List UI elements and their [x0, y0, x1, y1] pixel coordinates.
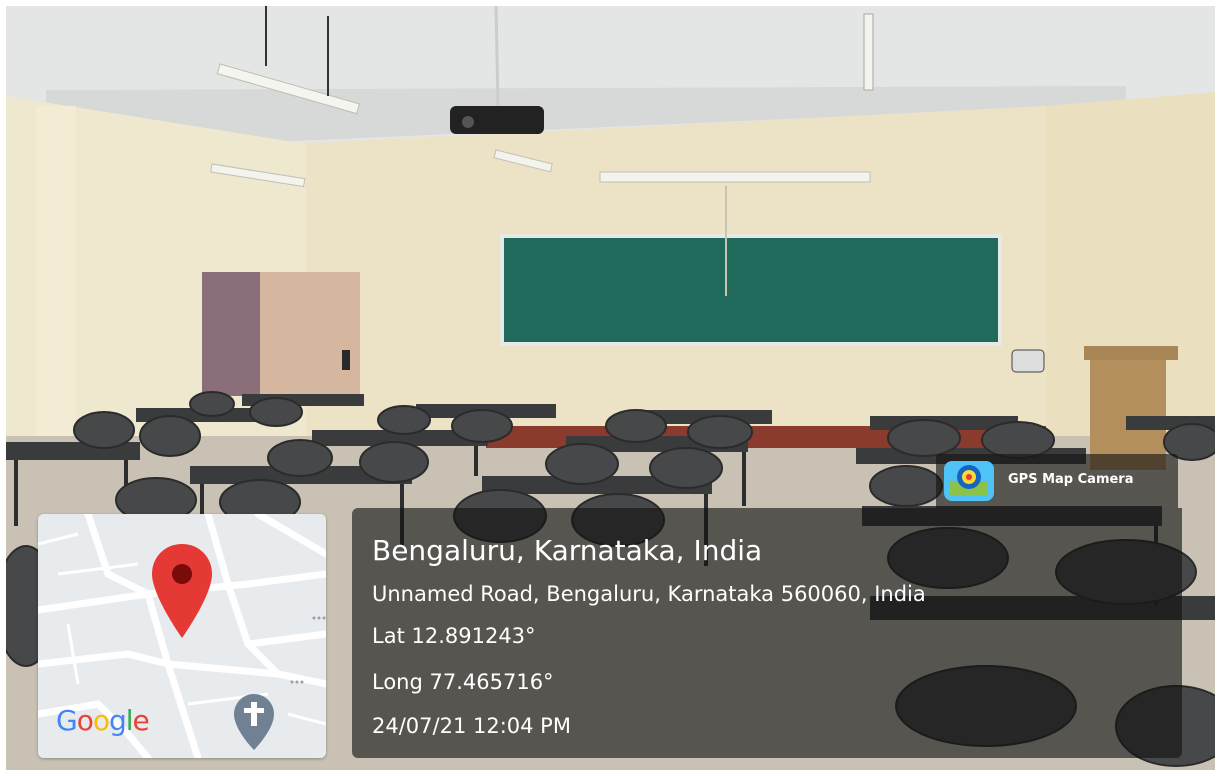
app-badge: GPS Map Camera	[936, 454, 1178, 508]
map-thumbnail: Google	[38, 514, 326, 758]
longitude-line: Long 77.465716°	[372, 670, 554, 694]
datetime-line: 24/07/21 12:04 PM	[372, 714, 571, 738]
latitude-line: Lat 12.891243°	[372, 624, 536, 648]
location-title: Bengaluru, Karnataka, India	[372, 534, 763, 567]
google-logo: Google	[56, 704, 150, 737]
chalkboard	[504, 238, 998, 342]
address-line: Unnamed Road, Bengaluru, Karnataka 56006…	[372, 582, 926, 606]
app-name: GPS Map Camera	[1008, 472, 1134, 487]
gps-camera-lens-icon	[944, 461, 994, 501]
location-info-panel: Bengaluru, Karnataka, India Unnamed Road…	[352, 508, 1182, 758]
church-cross-icon	[234, 694, 274, 750]
photo-frame: Google GPS Map Camera Bengaluru, Karnata…	[6, 6, 1215, 770]
map-pin-icon	[152, 544, 212, 638]
